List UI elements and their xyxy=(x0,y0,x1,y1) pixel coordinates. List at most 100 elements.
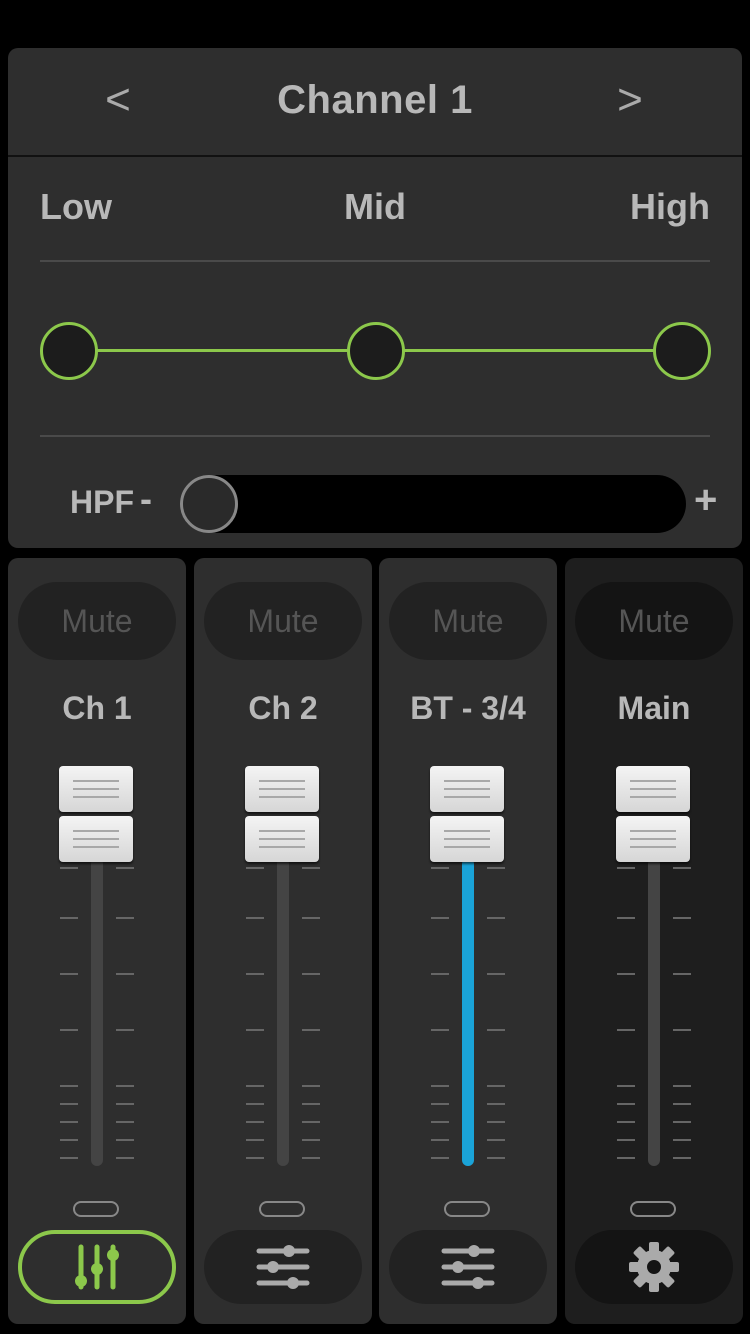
fader-handle[interactable] xyxy=(430,766,504,862)
signal-indicator xyxy=(630,1201,676,1217)
fader-scale-tick xyxy=(116,1121,134,1123)
fader-track[interactable] xyxy=(91,858,103,1166)
grip-line xyxy=(73,838,119,840)
grip-line xyxy=(259,838,305,840)
fader-scale-tick xyxy=(302,1121,320,1123)
fader-scale-tick xyxy=(673,917,691,919)
fader-scale-tick xyxy=(431,973,449,975)
channel-strip-3: Mute BT - 3/4 xyxy=(379,558,557,1324)
previous-channel-button[interactable]: < xyxy=(78,70,158,130)
fader-scale-tick xyxy=(431,1029,449,1031)
fader-scale-tick xyxy=(673,1085,691,1087)
fader-handle[interactable] xyxy=(59,766,133,862)
fader-track[interactable] xyxy=(277,858,289,1166)
fader-scale-tick xyxy=(116,1157,134,1159)
eq-panel: < Channel 1 > Low Mid High HPF - + xyxy=(8,48,742,548)
channel-strip-4: Mute Main xyxy=(565,558,743,1324)
fader-scale-tick xyxy=(246,917,264,919)
signal-indicator xyxy=(259,1201,305,1217)
fader-scale-tick xyxy=(246,867,264,869)
next-channel-button[interactable]: > xyxy=(590,70,670,130)
eq-mid-knob[interactable] xyxy=(347,322,405,380)
fader-scale-tick xyxy=(116,1103,134,1105)
fader-handle-grip xyxy=(59,766,133,812)
hpf-minus-label: - xyxy=(140,478,152,519)
fader-scale-tick xyxy=(60,1121,78,1123)
fader-scale-tick xyxy=(617,973,635,975)
fader-scale-tick xyxy=(246,1157,264,1159)
fader-scale-tick xyxy=(60,1029,78,1031)
eq-high-knob[interactable] xyxy=(653,322,711,380)
channel-settings-button[interactable] xyxy=(389,1230,547,1304)
fader-scale-tick xyxy=(246,973,264,975)
fader-scale-tick xyxy=(617,1103,635,1105)
fader-scale-tick xyxy=(487,867,505,869)
fader-scale-tick xyxy=(302,1085,320,1087)
mute-button[interactable]: Mute xyxy=(18,582,176,660)
signal-indicator xyxy=(444,1201,490,1217)
fader-level-fill xyxy=(462,858,474,1166)
mute-button[interactable]: Mute xyxy=(204,582,362,660)
fader-scale-tick xyxy=(60,1139,78,1141)
eq-low-knob[interactable] xyxy=(40,322,98,380)
grip-line xyxy=(630,846,676,848)
grip-line xyxy=(259,846,305,848)
grip-line xyxy=(73,830,119,832)
fader-handle-grip xyxy=(430,766,504,812)
grip-line xyxy=(630,830,676,832)
channel-strip-2: Mute Ch 2 xyxy=(194,558,372,1324)
volume-fader[interactable] xyxy=(8,758,186,1178)
fader-track[interactable] xyxy=(648,858,660,1166)
fader-scale-tick xyxy=(487,917,505,919)
mute-button[interactable]: Mute xyxy=(389,582,547,660)
channel-strip-1: Mute Ch 1 xyxy=(8,558,186,1324)
fader-track[interactable] xyxy=(462,858,474,1166)
volume-fader[interactable] xyxy=(565,758,743,1178)
channel-settings-button[interactable] xyxy=(18,1230,176,1304)
grip-line xyxy=(444,788,490,790)
fader-scale-tick xyxy=(246,1029,264,1031)
grip-line xyxy=(630,838,676,840)
grip-line xyxy=(73,796,119,798)
grip-line xyxy=(444,796,490,798)
hpf-slider-thumb[interactable] xyxy=(180,475,238,533)
fader-scale-tick xyxy=(487,1139,505,1141)
fader-scale-tick xyxy=(673,1103,691,1105)
fader-handle[interactable] xyxy=(616,766,690,862)
grip-line xyxy=(444,846,490,848)
fader-scale-tick xyxy=(60,1085,78,1087)
fader-scale-tick xyxy=(116,1085,134,1087)
fader-scale-tick xyxy=(487,1121,505,1123)
fader-scale-tick xyxy=(116,1029,134,1031)
volume-fader[interactable] xyxy=(379,758,557,1178)
fader-scale-tick xyxy=(246,1085,264,1087)
mute-button[interactable]: Mute xyxy=(575,582,733,660)
fader-scale-tick xyxy=(60,917,78,919)
eq-divider-top xyxy=(40,260,710,262)
fader-scale-tick xyxy=(673,1157,691,1159)
fader-scale-tick xyxy=(431,867,449,869)
fader-scale-tick xyxy=(60,867,78,869)
fader-scale-tick xyxy=(302,1103,320,1105)
eq-band-low-label: Low xyxy=(40,186,112,227)
grip-line xyxy=(259,796,305,798)
fader-scale-tick xyxy=(302,867,320,869)
settings-button[interactable] xyxy=(575,1230,733,1304)
fader-handle-grip xyxy=(59,816,133,862)
channel-title: Channel 1 xyxy=(277,78,473,122)
fader-scale-tick xyxy=(60,1157,78,1159)
volume-fader[interactable] xyxy=(194,758,372,1178)
fader-scale-tick xyxy=(617,1085,635,1087)
fader-scale-tick xyxy=(673,867,691,869)
fader-scale-tick xyxy=(673,1139,691,1141)
fader-scale-tick xyxy=(487,1029,505,1031)
hpf-slider-track[interactable] xyxy=(180,475,686,533)
channel-name-label: Ch 2 xyxy=(248,690,318,726)
fader-handle[interactable] xyxy=(245,766,319,862)
fader-handle-grip xyxy=(616,766,690,812)
channel-settings-button[interactable] xyxy=(204,1230,362,1304)
grip-line xyxy=(630,788,676,790)
fader-scale-tick xyxy=(60,1103,78,1105)
fader-scale-tick xyxy=(302,917,320,919)
grip-line xyxy=(259,780,305,782)
